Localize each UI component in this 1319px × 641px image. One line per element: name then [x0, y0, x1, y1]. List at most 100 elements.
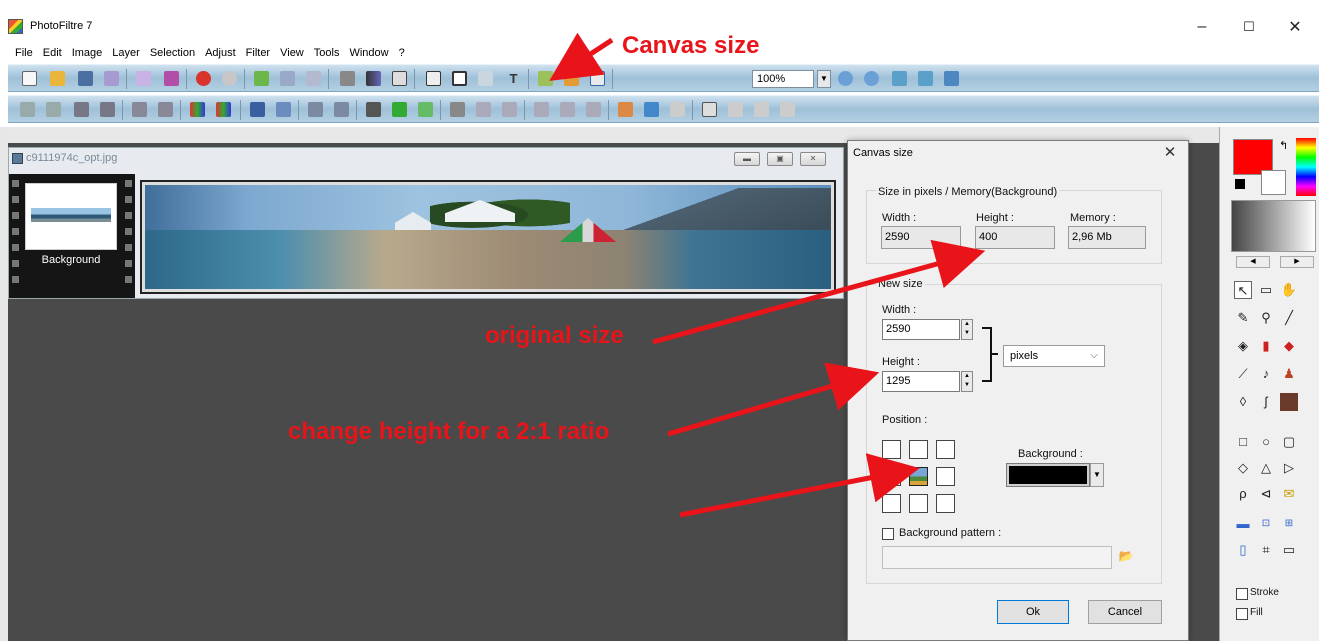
menu-help[interactable]: ?: [394, 44, 410, 62]
window-icon[interactable]: [590, 71, 605, 86]
pointer-tool-icon[interactable]: ↖: [1234, 281, 1252, 299]
magic-wand-icon[interactable]: ⚲: [1257, 309, 1275, 327]
new-file-icon[interactable]: [22, 71, 37, 86]
paste-new-icon[interactable]: [306, 71, 321, 86]
unit-select[interactable]: pixels ⌵: [1003, 345, 1105, 367]
spray-icon[interactable]: ▮: [1257, 337, 1275, 355]
open-folder-icon[interactable]: [50, 71, 65, 86]
save-icon[interactable]: [78, 71, 93, 86]
zoom-in-icon[interactable]: [838, 71, 853, 86]
background-color-swatch[interactable]: [1006, 463, 1090, 487]
menu-filter[interactable]: Filter: [241, 44, 275, 62]
menu-tools[interactable]: Tools: [309, 44, 345, 62]
diamond-shape-icon[interactable]: ◇: [1234, 459, 1252, 477]
brush-icon[interactable]: ⟋: [1234, 365, 1252, 383]
filter-icon[interactable]: [728, 102, 743, 117]
color-spectrum[interactable]: [1296, 138, 1316, 196]
redo-icon[interactable]: [222, 71, 237, 86]
stamp-icon[interactable]: ♟: [1280, 365, 1298, 383]
cancel-button[interactable]: Cancel: [1088, 600, 1162, 624]
filter-icon[interactable]: [308, 102, 323, 117]
position-top-right[interactable]: [936, 440, 955, 459]
position-center-selected-icon[interactable]: [909, 467, 928, 486]
fill-checkbox[interactable]: [1236, 608, 1248, 620]
copy-icon[interactable]: [254, 71, 269, 86]
chevron-down-icon[interactable]: ▼: [1090, 463, 1104, 487]
filter-icon[interactable]: [418, 102, 433, 117]
pattern-path-input[interactable]: [882, 546, 1112, 569]
filter-icon[interactable]: [276, 102, 291, 117]
filter-icon[interactable]: [586, 102, 601, 117]
histogram-icon[interactable]: [366, 71, 381, 86]
advanced-brush-icon[interactable]: ♪: [1257, 365, 1275, 383]
line-tool-icon[interactable]: ╱: [1280, 309, 1298, 327]
filter-icon[interactable]: [476, 102, 491, 117]
position-top-center[interactable]: [909, 440, 928, 459]
crop-icon[interactable]: ⌗: [1257, 541, 1275, 559]
filter-icon[interactable]: [450, 102, 465, 117]
lasso-icon[interactable]: ρ: [1234, 485, 1252, 503]
filter-icon[interactable]: [644, 102, 659, 117]
selection-icon[interactable]: [538, 71, 553, 86]
ratio-3-2-icon[interactable]: ⊞: [1280, 515, 1298, 533]
position-middle-left[interactable]: [882, 467, 901, 486]
grayscale-icon[interactable]: [340, 71, 355, 86]
menu-layer[interactable]: Layer: [107, 44, 145, 62]
filter-icon[interactable]: [560, 102, 575, 117]
filter-icon[interactable]: [250, 102, 265, 117]
background-pattern-checkbox[interactable]: [882, 528, 894, 540]
position-top-left[interactable]: [882, 440, 901, 459]
menu-window[interactable]: Window: [344, 44, 393, 62]
text-tool-icon[interactable]: T: [506, 71, 521, 86]
open-folder-icon[interactable]: 📂: [1117, 549, 1135, 565]
smudge-icon[interactable]: ʃ: [1257, 393, 1275, 411]
menu-selection[interactable]: Selection: [145, 44, 200, 62]
menu-file[interactable]: File: [10, 44, 38, 62]
filter-icon[interactable]: [366, 102, 381, 117]
fill-bucket-icon[interactable]: ◈: [1234, 337, 1252, 355]
new-height-input[interactable]: 1295: [882, 371, 960, 392]
scanner-icon[interactable]: [164, 71, 179, 86]
filter-icon[interactable]: [754, 102, 769, 117]
image-size-icon[interactable]: [426, 71, 441, 86]
swap-colors-icon[interactable]: ↰: [1279, 139, 1288, 152]
filter-icon[interactable]: [502, 102, 517, 117]
hand-tool-icon[interactable]: ✋: [1280, 281, 1298, 299]
stroke-checkbox[interactable]: [1236, 588, 1248, 600]
plugin-icon[interactable]: [564, 71, 579, 86]
menu-edit[interactable]: Edit: [38, 44, 67, 62]
undo-icon[interactable]: [196, 71, 211, 86]
clone-icon[interactable]: [1280, 393, 1298, 411]
filter-icon[interactable]: [702, 102, 717, 117]
frame-icon[interactable]: ▭: [1280, 541, 1298, 559]
selection-tool-icon[interactable]: ▭: [1257, 281, 1275, 299]
zoom-select[interactable]: 100%: [752, 70, 814, 88]
position-bottom-right[interactable]: [936, 494, 955, 513]
filter-icon[interactable]: [334, 102, 349, 117]
gradient-palette[interactable]: [1231, 200, 1316, 252]
maximize-button[interactable]: ☐: [1226, 14, 1272, 40]
select-all-icon[interactable]: ▬: [1234, 515, 1252, 533]
filter-icon[interactable]: [392, 102, 407, 117]
filter-icon[interactable]: [20, 102, 35, 117]
filter-icon[interactable]: [670, 102, 685, 117]
filter-icon[interactable]: [216, 102, 231, 117]
menu-image[interactable]: Image: [67, 44, 108, 62]
polygon-lasso-icon[interactable]: ⊲: [1257, 485, 1275, 503]
width-spinner[interactable]: ▲ ▼: [961, 319, 973, 340]
eraser-icon[interactable]: ◆: [1280, 337, 1298, 355]
actual-size-icon[interactable]: [918, 71, 933, 86]
chevron-down-icon[interactable]: ▼: [817, 70, 831, 88]
portrait-selection-icon[interactable]: ▯: [1234, 541, 1252, 559]
ok-button[interactable]: Ok: [997, 600, 1069, 624]
filter-icon[interactable]: [132, 102, 147, 117]
fit-window-icon[interactable]: [892, 71, 907, 86]
fullscreen-icon[interactable]: [944, 71, 959, 86]
triangle-right-shape-icon[interactable]: ▷: [1280, 459, 1298, 477]
menu-view[interactable]: View: [275, 44, 309, 62]
rounded-rect-shape-icon[interactable]: ▢: [1280, 433, 1298, 451]
image-maximize-button[interactable]: ▣: [767, 152, 793, 166]
minimize-button[interactable]: –: [1179, 14, 1225, 40]
filter-icon[interactable]: [158, 102, 173, 117]
position-middle-right[interactable]: [936, 467, 955, 486]
